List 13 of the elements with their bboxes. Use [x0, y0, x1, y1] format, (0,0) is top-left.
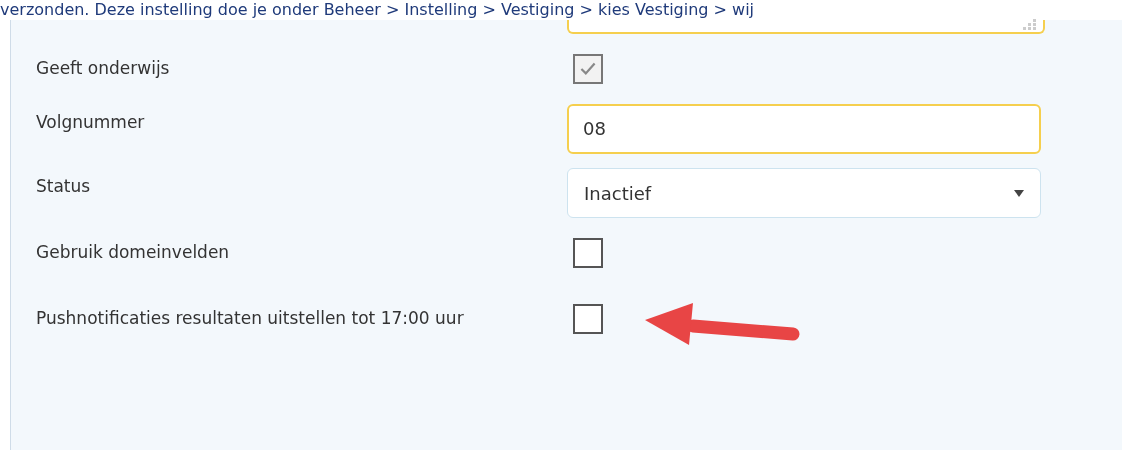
field-label: Geeft onderwijs — [36, 57, 171, 80]
text-area-field[interactable] — [567, 20, 1045, 34]
field-label: Status — [36, 175, 92, 198]
field-label: Gebruik domeinvelden — [36, 241, 231, 264]
status-dropdown[interactable]: Inactief — [567, 168, 1041, 218]
resize-grip-icon[interactable] — [1023, 19, 1037, 31]
field-label: Pushnotificaties resultaten uitstellen tot 17:00 uur — [36, 307, 465, 330]
intro-text: verzonden. Deze instelling doe je onder Beheer > Instelling > Vestiging > kies Vestiging > wij — [0, 0, 756, 20]
checkbox[interactable] — [573, 304, 603, 334]
caret-icon — [1014, 189, 1024, 197]
number-input-field[interactable]: 08 — [567, 104, 1041, 154]
field-label: Volgnummer — [36, 111, 146, 134]
checkbox[interactable] — [573, 238, 603, 268]
